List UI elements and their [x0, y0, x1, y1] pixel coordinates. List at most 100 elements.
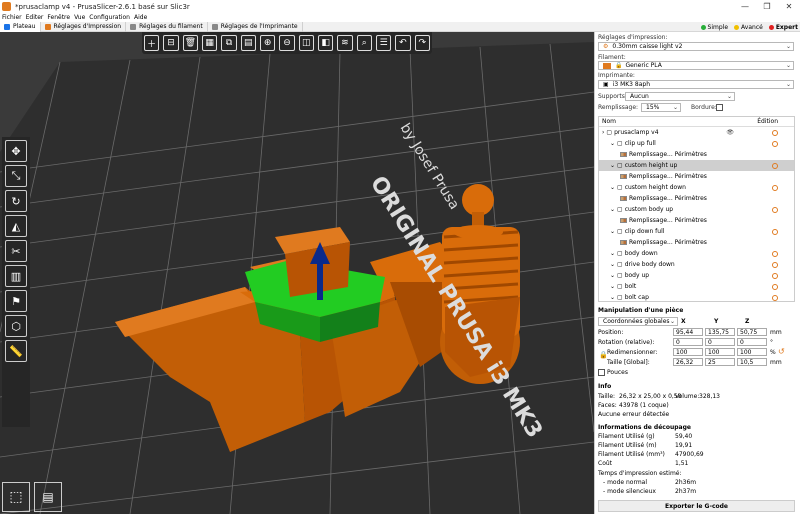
- object-list-item[interactable]: Remplissage... Périmètres: [599, 149, 794, 160]
- 3d-view-icon[interactable]: ⬚: [2, 482, 30, 512]
- edit-settings-icon[interactable]: [772, 129, 778, 136]
- position-y-input[interactable]: 135,75: [705, 328, 735, 336]
- reset-scale-icon[interactable]: ↺: [778, 347, 785, 356]
- object-list-item[interactable]: ⌄ ▢ body down: [599, 248, 794, 259]
- menu-file[interactable]: Fichier: [2, 14, 22, 21]
- object-list-item[interactable]: ⌄ ▢ clip down full: [599, 226, 794, 237]
- rotation-y-input[interactable]: 0: [705, 338, 735, 346]
- menu-help[interactable]: Aide: [134, 14, 147, 21]
- size-z-input[interactable]: 10,5: [737, 358, 767, 366]
- add-icon[interactable]: ＋: [144, 35, 160, 51]
- remove-instance-icon[interactable]: ⊖: [279, 35, 295, 51]
- size-x-input[interactable]: 26,32: [673, 358, 703, 366]
- delete-icon[interactable]: ⊟: [163, 35, 179, 51]
- object-list-item[interactable]: ⌄ ▢ bolt cap: [599, 292, 794, 303]
- chevron-down-icon[interactable]: ⌄: [610, 250, 615, 257]
- tab-plater[interactable]: Plateau: [0, 21, 41, 32]
- edit-settings-icon[interactable]: [772, 206, 778, 213]
- object-list-item[interactable]: ⌄ ▢ custom height up: [599, 160, 794, 171]
- scale-y-input[interactable]: 100: [705, 348, 735, 356]
- edit-settings-icon[interactable]: [772, 140, 778, 147]
- object-list-item[interactable]: ⌄ ▢ bolt: [599, 281, 794, 292]
- minimize-button[interactable]: —: [734, 0, 756, 13]
- search-icon[interactable]: ⌕: [356, 35, 372, 51]
- 3d-viewport[interactable]: ORIGINAL PRUSA i3 MK3 by Josef Prusa ＋ ⊟…: [0, 32, 594, 514]
- menu-configuration[interactable]: Configuration: [89, 14, 130, 21]
- printer-combo[interactable]: ▣ i3 MK3 8aph ⌄: [598, 80, 794, 89]
- object-list-item[interactable]: Remplissage... Périmètres: [599, 215, 794, 226]
- print-settings-combo[interactable]: ⚙ 0.30mm caisse light v2 ⌄: [598, 42, 794, 51]
- edit-settings-icon[interactable]: [772, 184, 778, 191]
- object-list-item[interactable]: Remplissage... Périmètres: [599, 237, 794, 248]
- supports-combo[interactable]: Aucun ⌄: [625, 92, 735, 101]
- inches-checkbox[interactable]: [598, 369, 605, 376]
- tab-printer-settings[interactable]: Réglages de l'Imprimante: [208, 21, 303, 32]
- size-y-input[interactable]: 25: [705, 358, 735, 366]
- mode-simple[interactable]: Simple: [708, 24, 729, 31]
- object-list-item[interactable]: Remplissage... Périmètres: [599, 193, 794, 204]
- chevron-down-icon[interactable]: ⌄: [610, 261, 615, 268]
- chevron-right-icon[interactable]: ›: [602, 129, 604, 136]
- chevron-down-icon[interactable]: ⌄: [610, 140, 615, 147]
- scale-z-input[interactable]: 100: [737, 348, 767, 356]
- object-list-item[interactable]: Remplissage... Périmètres: [599, 171, 794, 182]
- delete-all-icon[interactable]: 🗑: [182, 35, 198, 51]
- object-list-item[interactable]: ⌄ ▢ body up: [599, 270, 794, 281]
- scale-x-input[interactable]: 100: [673, 348, 703, 356]
- infill-combo[interactable]: 15% ⌄: [641, 103, 681, 112]
- seam-paint-icon[interactable]: ⚑: [5, 290, 27, 312]
- chevron-down-icon[interactable]: ⌄: [610, 228, 615, 235]
- cut-icon[interactable]: ✂: [5, 240, 27, 262]
- rotate-icon[interactable]: ↻: [5, 190, 27, 212]
- rotation-x-input[interactable]: 0: [673, 338, 703, 346]
- mmu-paint-icon[interactable]: ⬡: [5, 315, 27, 337]
- preview-icon[interactable]: ▤: [34, 482, 62, 512]
- redo-icon[interactable]: ↷: [414, 35, 430, 51]
- menu-view[interactable]: Vue: [74, 14, 85, 21]
- measure-icon[interactable]: 📏: [5, 340, 27, 362]
- coordinates-combo[interactable]: Coordonnées globales ⌄: [598, 317, 678, 326]
- rotation-z-input[interactable]: 0: [737, 338, 767, 346]
- edit-settings-icon[interactable]: [772, 250, 778, 257]
- edit-settings-icon[interactable]: [772, 283, 778, 290]
- undo-icon[interactable]: ↶: [395, 35, 411, 51]
- maximize-button[interactable]: ❐: [756, 0, 778, 13]
- object-list-item[interactable]: ⌄ ▢ clip up full: [599, 138, 794, 149]
- chevron-down-icon[interactable]: ⌄: [610, 272, 615, 279]
- arrange-icon[interactable]: ▦: [201, 35, 218, 51]
- paste-icon[interactable]: ▤: [240, 35, 256, 51]
- filament-combo[interactable]: 🔒 Generic PLA ⌄: [598, 61, 794, 70]
- chevron-down-icon[interactable]: ⌄: [610, 294, 615, 301]
- chevron-down-icon[interactable]: ⌄: [610, 162, 615, 169]
- split-parts-icon[interactable]: ◧: [317, 35, 334, 51]
- menu-window[interactable]: Fenêtre: [47, 14, 70, 21]
- edit-settings-icon[interactable]: [772, 261, 778, 268]
- mode-advanced[interactable]: Avancé: [741, 24, 763, 31]
- move-icon[interactable]: ✥: [5, 140, 27, 162]
- mode-expert[interactable]: Expert: [776, 24, 798, 31]
- brim-checkbox[interactable]: [716, 104, 723, 111]
- tab-print-settings[interactable]: Réglages d'Impression: [41, 21, 127, 32]
- edit-settings-icon[interactable]: [772, 162, 778, 169]
- object-list-item[interactable]: ⌄ ▢ drive body down: [599, 259, 794, 270]
- edit-settings-icon[interactable]: [772, 272, 778, 279]
- chevron-down-icon[interactable]: ⌄: [610, 184, 615, 191]
- support-paint-icon[interactable]: ▥: [5, 265, 27, 287]
- chevron-down-icon[interactable]: ⌄: [610, 283, 615, 290]
- position-x-input[interactable]: 95,44: [673, 328, 703, 336]
- layers-icon[interactable]: ≋: [337, 35, 353, 51]
- edit-settings-icon[interactable]: [772, 228, 778, 235]
- add-instance-icon[interactable]: ⊕: [259, 35, 276, 51]
- variable-layer-height-icon[interactable]: ☰: [375, 35, 392, 51]
- object-list-item[interactable]: › ▢ prusaclamp v4 👁: [599, 127, 794, 138]
- object-list-item[interactable]: ⌄ ▢ custom body up: [599, 204, 794, 215]
- position-z-input[interactable]: 50,75: [737, 328, 767, 336]
- edit-settings-icon[interactable]: [772, 294, 778, 301]
- copy-icon[interactable]: ⧉: [221, 35, 237, 51]
- scale-icon[interactable]: ⤡: [5, 165, 27, 187]
- eye-icon[interactable]: 👁: [726, 129, 734, 136]
- tab-filament-settings[interactable]: Réglages du filament: [126, 21, 208, 32]
- object-list-item[interactable]: ⌄ ▢ custom height down: [599, 182, 794, 193]
- chevron-down-icon[interactable]: ⌄: [610, 206, 615, 213]
- menu-edit[interactable]: Editer: [26, 14, 44, 21]
